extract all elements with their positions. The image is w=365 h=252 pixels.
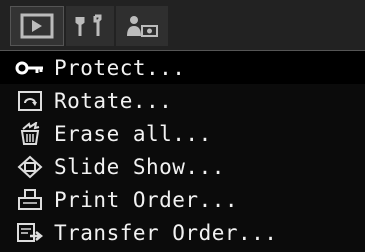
menu-item-transfer-order[interactable]: Transfer Order... <box>0 216 365 249</box>
tab-my-camera[interactable] <box>116 6 168 46</box>
menu-item-print-order[interactable]: Print Order... <box>0 183 365 216</box>
erase-all-icon <box>6 117 54 150</box>
tab-setup[interactable] <box>66 6 114 46</box>
tab-playback[interactable] <box>10 6 64 46</box>
menu-item-label: Erase all... <box>54 121 212 146</box>
rotate-icon <box>6 84 54 117</box>
key-icon <box>6 51 54 84</box>
playback-icon <box>20 13 54 39</box>
print-order-icon <box>6 183 54 216</box>
slideshow-icon <box>6 150 54 183</box>
menu-item-label: Rotate... <box>54 88 173 113</box>
menu-item-slide-show[interactable]: Slide Show... <box>0 150 365 183</box>
menu-item-label: Protect... <box>54 55 186 80</box>
menu-item-erase-all[interactable]: Erase all... <box>0 117 365 150</box>
my-camera-icon <box>124 13 160 39</box>
transfer-order-icon <box>6 216 54 249</box>
camera-menu-screen: Protect... Rotate... Erase all... Slide … <box>0 0 365 252</box>
menu-tab-bar <box>0 0 365 52</box>
playback-menu: Protect... Rotate... Erase all... Slide … <box>0 51 365 249</box>
menu-item-label: Print Order... <box>54 187 239 212</box>
menu-item-label: Transfer Order... <box>54 220 278 245</box>
menu-item-label: Slide Show... <box>54 154 225 179</box>
setup-tools-icon <box>73 13 107 39</box>
menu-item-rotate[interactable]: Rotate... <box>0 84 365 117</box>
menu-item-protect[interactable]: Protect... <box>0 51 365 84</box>
